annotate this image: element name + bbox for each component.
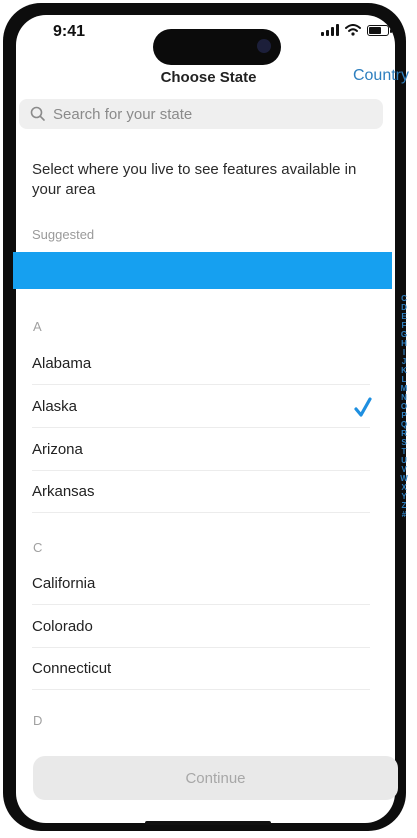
index-letter[interactable]: U [401,456,407,465]
index-letter[interactable]: N [401,393,407,402]
index-letter[interactable]: L [402,375,407,384]
index-letter[interactable]: G [401,330,407,339]
index-letter[interactable]: Z [402,501,407,510]
index-letter[interactable]: W [400,474,408,483]
index-letter[interactable]: D [401,303,407,312]
state-row-arizona[interactable]: Arizona [32,429,370,471]
index-letter[interactable]: E [401,312,406,321]
index-letter[interactable]: V [401,465,406,474]
state-name: Colorado [32,618,93,635]
country-button[interactable]: Country [353,67,409,85]
search-bar[interactable] [19,99,383,129]
state-row-alabama[interactable]: Alabama [32,343,370,385]
state-name: Arkansas [32,483,95,500]
index-letter[interactable]: O [401,402,407,411]
state-name: Alabama [32,355,92,372]
home-indicator [145,821,271,825]
index-letter[interactable]: # [402,510,406,519]
index-letter[interactable]: C [401,294,407,303]
section-header-a: A [33,319,42,334]
cellular-signal-icon [321,24,339,36]
status-time: 9:41 [53,23,86,40]
index-letter[interactable]: P [401,411,406,420]
state-name: Connecticut [32,660,112,677]
search-input[interactable] [49,105,383,123]
state-name: Alaska [32,398,78,415]
section-header-c: C [33,540,43,555]
state-row-arkansas[interactable]: Arkansas [32,471,370,513]
state-name: California [32,575,96,592]
intro-text: Select where you live to see features av… [32,161,357,198]
wifi-icon [345,24,361,36]
status-icons [321,24,392,36]
index-letter[interactable]: R [401,429,407,438]
state-row-connecticut[interactable]: Connecticut [32,648,370,690]
section-header-d: D [33,713,43,728]
suggested-state-banner[interactable] [13,252,392,289]
index-letter[interactable]: J [402,357,406,366]
index-letter[interactable]: H [401,339,407,348]
index-letter[interactable]: K [401,366,407,375]
state-row-alaska[interactable]: Alaska [32,386,372,428]
index-letter[interactable]: I [403,348,405,357]
index-letter[interactable]: Y [401,492,406,501]
camera-icon [257,39,271,53]
battery-icon [367,24,392,36]
continue-button[interactable]: Continue [33,756,398,800]
state-row-california[interactable]: California [32,563,370,605]
state-row-colorado[interactable]: Colorado [32,606,370,648]
dynamic-island [153,29,281,65]
index-letter[interactable]: Q [401,420,407,429]
index-letter[interactable]: F [402,321,407,330]
index-letter[interactable]: M [401,384,408,393]
index-letter[interactable]: T [402,447,407,456]
state-name: Arizona [32,441,83,458]
index-letter[interactable]: X [401,483,406,492]
alphabet-index[interactable]: C D E F G H I J K L M N O P Q R S T U V … [396,294,412,519]
index-letter[interactable]: S [401,438,406,447]
checkmark-icon [354,397,372,417]
suggested-label: Suggested [32,227,95,242]
search-icon [30,106,45,121]
